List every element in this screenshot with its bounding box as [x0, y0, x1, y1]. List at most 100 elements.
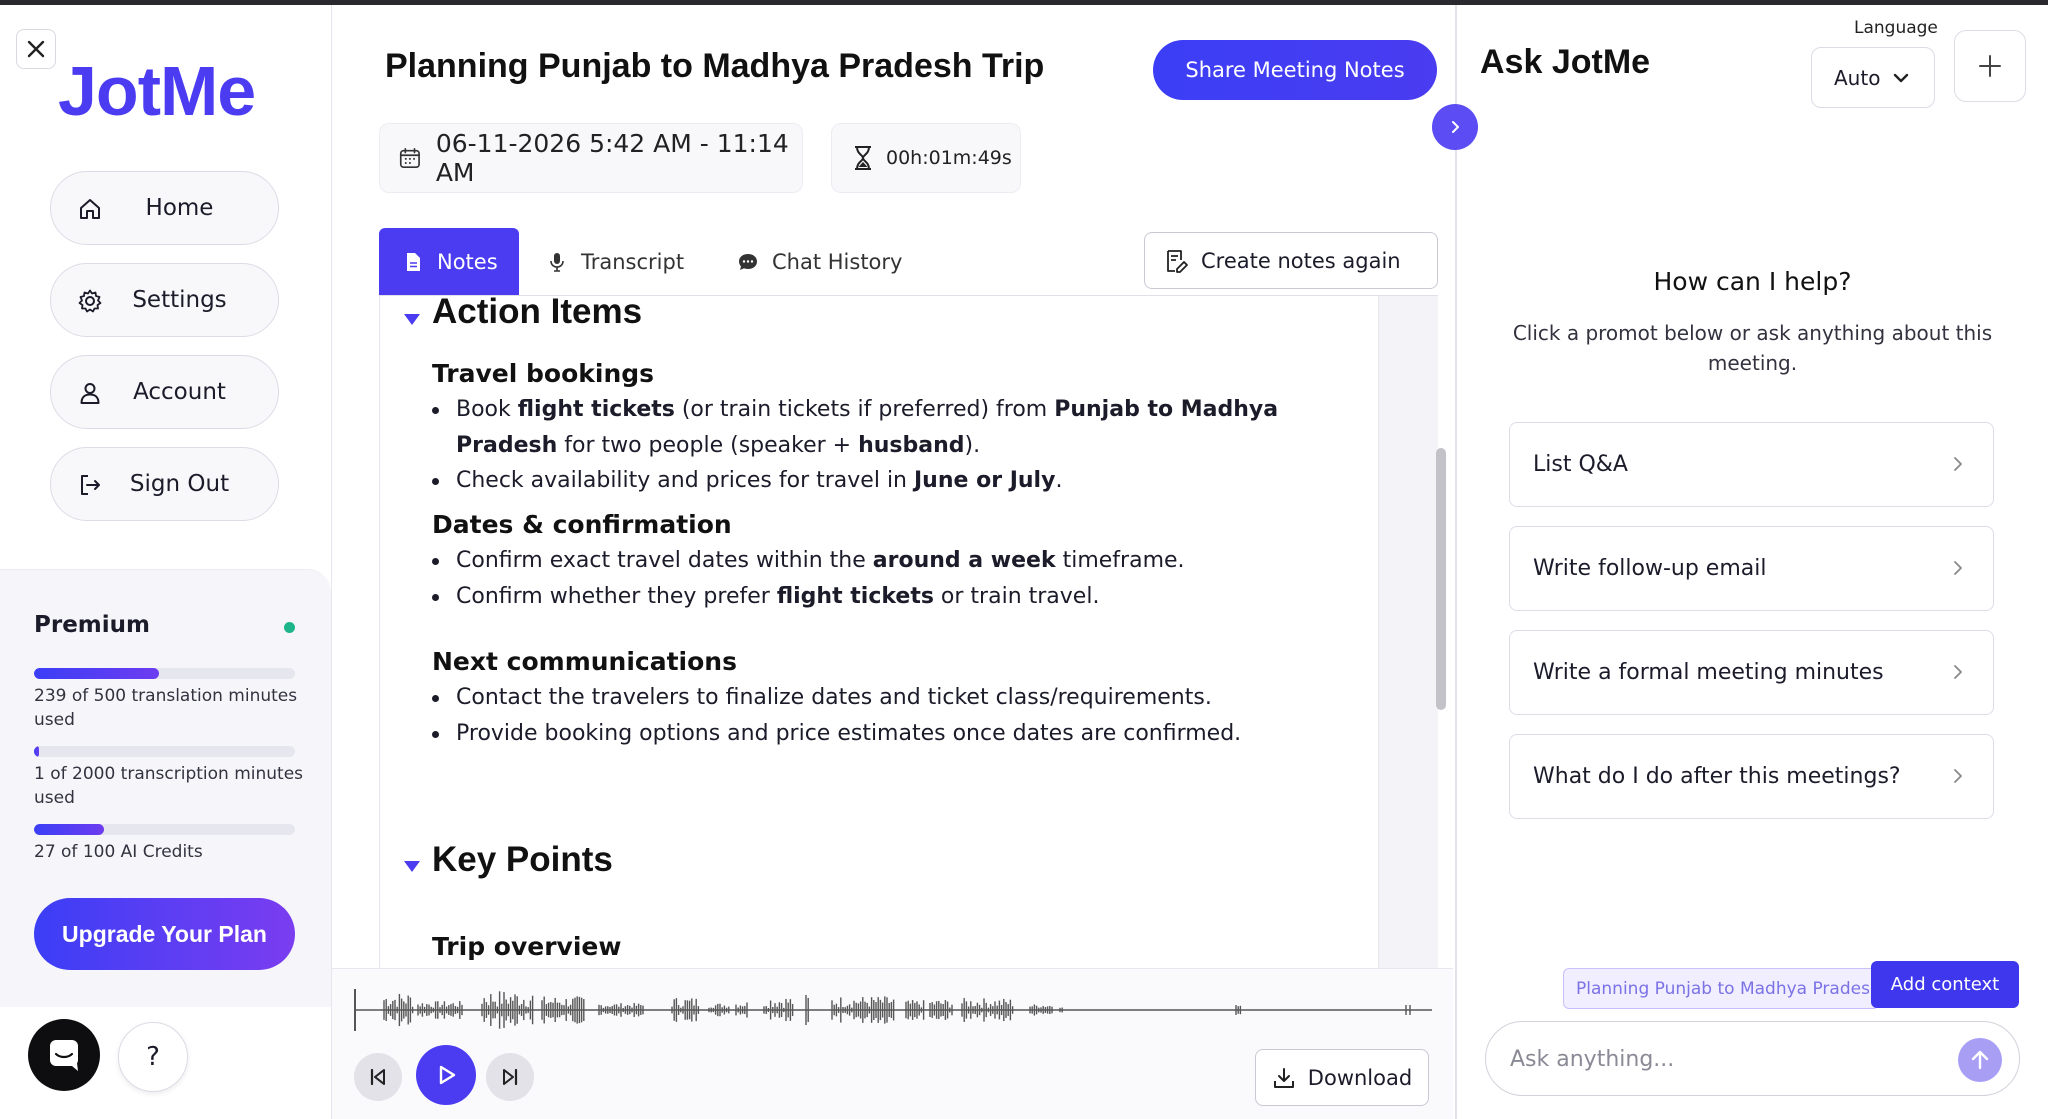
download-label: Download [1307, 1065, 1413, 1090]
key-points-heading: Key Points [432, 840, 613, 879]
translation-usage-text: 239 of 500 translation minutes used [34, 686, 298, 730]
credits-usage-bar [34, 824, 295, 835]
prompt-label: Write a formal meeting minutes [1533, 660, 1884, 685]
meeting-duration: 00h:01m:49s [831, 123, 1021, 193]
nav-home-button[interactable]: Home [50, 171, 279, 245]
notes-scrollbar-thumb[interactable] [1436, 448, 1446, 710]
language-value: Auto [1834, 65, 1881, 90]
ask-input[interactable] [1510, 1040, 1940, 1078]
chevron-right-icon [1954, 457, 1962, 471]
meeting-duration-text: 00h:01m:49s [886, 147, 1012, 169]
ask-input-box [1485, 1021, 2020, 1096]
prompt-list-qa[interactable]: List Q&A [1509, 422, 1994, 507]
plan-name: Premium [34, 612, 150, 638]
new-chat-button[interactable] [1954, 30, 2026, 102]
meeting-datetime-text: 06-11-2026 5:42 AM - 11:14 AM [435, 129, 789, 187]
help-button[interactable]: ? [118, 1022, 188, 1092]
skip-forward-button[interactable] [486, 1053, 534, 1101]
create-notes-again-button[interactable]: Create notes again [1144, 232, 1438, 289]
meeting-title: Planning Punjab to Madhya Pradesh Trip [385, 47, 1045, 85]
nav-sign-out-label: Sign Out [129, 471, 230, 497]
play-button[interactable] [416, 1045, 476, 1105]
audio-player: Download [332, 968, 1453, 1119]
tab-transcript-label: Transcript [581, 249, 685, 274]
note-bullet: Provide booking options and price estima… [432, 716, 1296, 752]
group-heading: Travel bookings [432, 359, 655, 388]
language-select[interactable]: Auto [1811, 47, 1935, 108]
language-label: Language [1854, 18, 1938, 38]
nav-account-button[interactable]: Account [50, 355, 279, 429]
tab-notes[interactable]: Notes [379, 228, 519, 295]
document-icon [407, 252, 420, 271]
skip-back-button[interactable] [354, 1053, 402, 1101]
nav-settings-label: Settings [132, 287, 227, 313]
plan-status-dot [284, 622, 295, 633]
prompt-follow-up-email[interactable]: Write follow-up email [1509, 526, 1994, 611]
tab-chat-history-label: Chat History [772, 249, 903, 274]
download-button[interactable]: Download [1255, 1049, 1429, 1106]
sidebar: JotMe Home Settings Account Sign Out Pre… [0, 5, 332, 1119]
tab-notes-label: Notes [437, 249, 498, 274]
arrow-up-icon [1971, 1050, 1989, 1070]
note-bullet: Confirm whether they prefer flight ticke… [432, 579, 1296, 615]
notes-scroll-area[interactable]: Action Items Travel bookings Book flight… [379, 296, 1379, 968]
help-heading: How can I help? [1653, 267, 1852, 296]
skip-forward-icon [503, 1068, 518, 1086]
notes-content: Action Items Travel bookings Book flight… [379, 296, 1379, 968]
calendar-icon [399, 148, 420, 168]
prompt-label: Write follow-up email [1533, 556, 1767, 581]
nav-settings-button[interactable]: Settings [50, 263, 279, 337]
help-subtitle: Click a promot below or ask anything abo… [1512, 321, 1993, 375]
collapse-panel-button[interactable] [1432, 104, 1478, 150]
context-chip[interactable]: Planning Punjab to Madhya Prades [1563, 968, 1879, 1009]
share-meeting-notes-button[interactable]: Share Meeting Notes [1153, 40, 1437, 100]
action-items-heading: Action Items [432, 296, 643, 331]
chat-bubble-icon [50, 1040, 78, 1071]
transcription-usage-fill [34, 746, 40, 757]
note-bullet: Book flight tickets (or train tickets if… [432, 392, 1296, 464]
transcription-usage-text: 1 of 2000 transcription minutes used [34, 764, 304, 808]
play-icon [439, 1065, 456, 1085]
plus-icon [1979, 55, 2001, 77]
note-edit-icon [1167, 249, 1188, 273]
group-heading: Next communications [432, 647, 737, 676]
chevron-right-icon [1452, 121, 1459, 133]
audio-waveform[interactable] [354, 985, 1432, 1035]
credits-usage-fill [34, 824, 105, 835]
translation-usage-fill [34, 668, 159, 679]
chevron-right-icon [1954, 561, 1962, 575]
support-chat-button[interactable] [28, 1019, 100, 1091]
create-notes-again-label: Create notes again [1201, 248, 1401, 273]
note-bullet: Check availability and prices for travel… [432, 463, 1296, 499]
chevron-right-icon [1954, 665, 1962, 679]
chat-icon [739, 253, 757, 270]
ask-panel: Ask JotMe Language Auto How can I help? … [1455, 5, 2048, 1119]
prompt-formal-minutes[interactable]: Write a formal meeting minutes [1509, 630, 1994, 715]
nav-account-label: Account [133, 379, 226, 405]
nav-home-label: Home [145, 195, 214, 221]
microphone-icon [550, 252, 564, 272]
upgrade-plan-button[interactable]: Upgrade Your Plan [34, 898, 295, 970]
prompt-next-steps[interactable]: What do I do after this meetings? [1509, 734, 1994, 819]
meeting-datetime: 06-11-2026 5:42 AM - 11:14 AM [379, 123, 803, 193]
chevron-down-icon [1894, 73, 1909, 82]
chevron-right-icon [1954, 769, 1962, 783]
prompt-label: List Q&A [1533, 452, 1628, 477]
group-heading: Trip overview [432, 932, 622, 961]
collapse-action-items-icon[interactable] [404, 314, 420, 325]
collapse-key-points-icon[interactable] [404, 861, 420, 872]
send-button[interactable] [1958, 1038, 2002, 1082]
close-button[interactable] [16, 29, 56, 69]
tab-chat-history[interactable]: Chat History [738, 228, 928, 295]
ask-panel-title: Ask JotMe [1480, 43, 1651, 81]
hourglass-icon [855, 146, 871, 170]
credits-usage-text: 27 of 100 AI Credits [34, 842, 203, 862]
add-context-button[interactable]: Add context [1871, 961, 2019, 1008]
meeting-main: Planning Punjab to Madhya Pradesh Trip S… [332, 5, 1453, 1119]
app-logo: JotMe [58, 52, 256, 130]
note-bullet: Contact the travelers to finalize dates … [432, 680, 1296, 716]
close-icon [27, 40, 45, 58]
tab-transcript[interactable]: Transcript [547, 228, 707, 295]
translation-usage-bar [34, 668, 295, 679]
nav-sign-out-button[interactable]: Sign Out [50, 447, 279, 521]
